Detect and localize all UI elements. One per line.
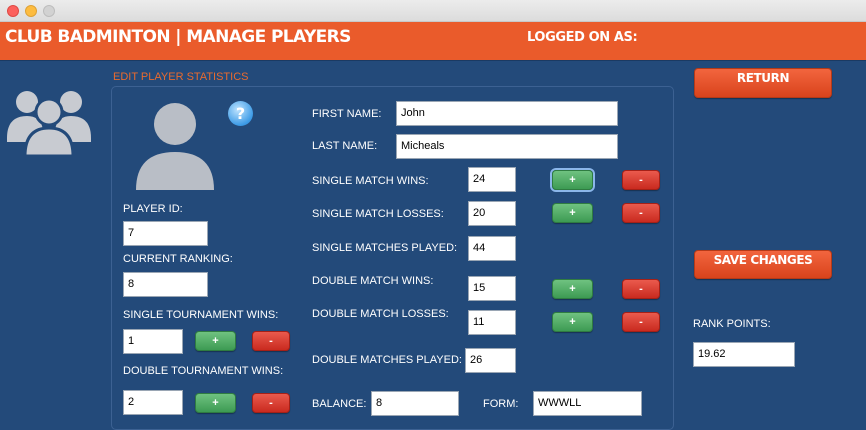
close-window-icon[interactable]	[7, 5, 19, 17]
player-id-field[interactable]: 7	[123, 221, 208, 246]
double-match-losses-label: DOUBLE MATCH LOSSES:	[312, 308, 449, 320]
maximize-window-icon[interactable]	[43, 5, 55, 17]
single-match-losses-label: SINGLE MATCH LOSSES:	[312, 208, 444, 220]
form-field[interactable]: WWWLL	[533, 391, 642, 416]
app-title: CLUB BADMINTON | MANAGE PLAYERS	[5, 27, 351, 47]
double-matches-played-label: DOUBLE MATCHES PLAYED:	[312, 354, 462, 366]
rank-points-label: RANK POINTS:	[693, 318, 771, 330]
single-tournament-wins-field[interactable]: 1	[123, 329, 183, 354]
balance-label: BALANCE:	[312, 398, 367, 410]
form-label: FORM:	[483, 398, 519, 410]
double-tournament-wins-field[interactable]: 2	[123, 390, 183, 415]
window-titlebar	[0, 0, 866, 22]
double-match-losses-minus-button[interactable]: -	[622, 312, 660, 332]
double-match-losses-plus-button[interactable]: +	[552, 312, 593, 332]
save-changes-button[interactable]: SAVE CHANGES	[694, 250, 832, 279]
single-match-wins-minus-button[interactable]: -	[622, 170, 660, 190]
help-icon[interactable]: ?	[228, 101, 253, 126]
minimize-window-icon[interactable]	[25, 5, 37, 17]
first-name-label: FIRST NAME:	[312, 108, 382, 120]
rank-points-field[interactable]: 19.62	[693, 342, 795, 367]
last-name-label: LAST NAME:	[312, 140, 378, 152]
double-match-losses-field[interactable]: 11	[468, 310, 516, 335]
double-match-wins-field[interactable]: 15	[468, 276, 516, 301]
current-ranking-field[interactable]: 8	[123, 272, 208, 297]
single-match-losses-minus-button[interactable]: -	[622, 203, 660, 223]
last-name-field[interactable]: Micheals	[396, 134, 618, 159]
double-match-wins-minus-button[interactable]: -	[622, 279, 660, 299]
single-match-losses-plus-button[interactable]: +	[552, 203, 593, 223]
single-match-wins-plus-button[interactable]: +	[552, 170, 593, 190]
users-icon	[7, 91, 91, 158]
single-match-wins-label: SINGLE MATCH WINS:	[312, 175, 429, 187]
app-header: CLUB BADMINTON | MANAGE PLAYERS LOGGED O…	[0, 22, 866, 60]
single-match-wins-field[interactable]: 24	[468, 167, 516, 192]
single-tournament-wins-minus-button[interactable]: -	[252, 331, 290, 351]
section-title: EDIT PLAYER STATISTICS	[113, 71, 249, 83]
single-matches-played-field[interactable]: 44	[468, 236, 516, 261]
double-match-wins-plus-button[interactable]: +	[552, 279, 593, 299]
single-matches-played-label: SINGLE MATCHES PLAYED:	[312, 242, 458, 254]
double-tournament-wins-label: DOUBLE TOURNAMENT WINS:	[123, 365, 284, 377]
single-match-losses-field[interactable]: 20	[468, 201, 516, 226]
double-tournament-wins-plus-button[interactable]: +	[195, 393, 236, 413]
single-tournament-wins-plus-button[interactable]: +	[195, 331, 236, 351]
single-tournament-wins-label: SINGLE TOURNAMENT WINS:	[123, 309, 279, 321]
return-button[interactable]: RETURN	[694, 68, 832, 98]
first-name-field[interactable]: John	[396, 101, 618, 126]
logged-on-label: LOGGED ON AS:	[527, 30, 638, 45]
user-avatar-icon	[136, 103, 214, 190]
player-id-label: PLAYER ID:	[123, 203, 183, 215]
double-matches-played-field[interactable]: 26	[465, 348, 516, 373]
double-tournament-wins-minus-button[interactable]: -	[252, 393, 290, 413]
current-ranking-label: CURRENT RANKING:	[123, 253, 233, 265]
double-match-wins-label: DOUBLE MATCH WINS:	[312, 275, 434, 287]
balance-field[interactable]: 8	[371, 391, 459, 416]
